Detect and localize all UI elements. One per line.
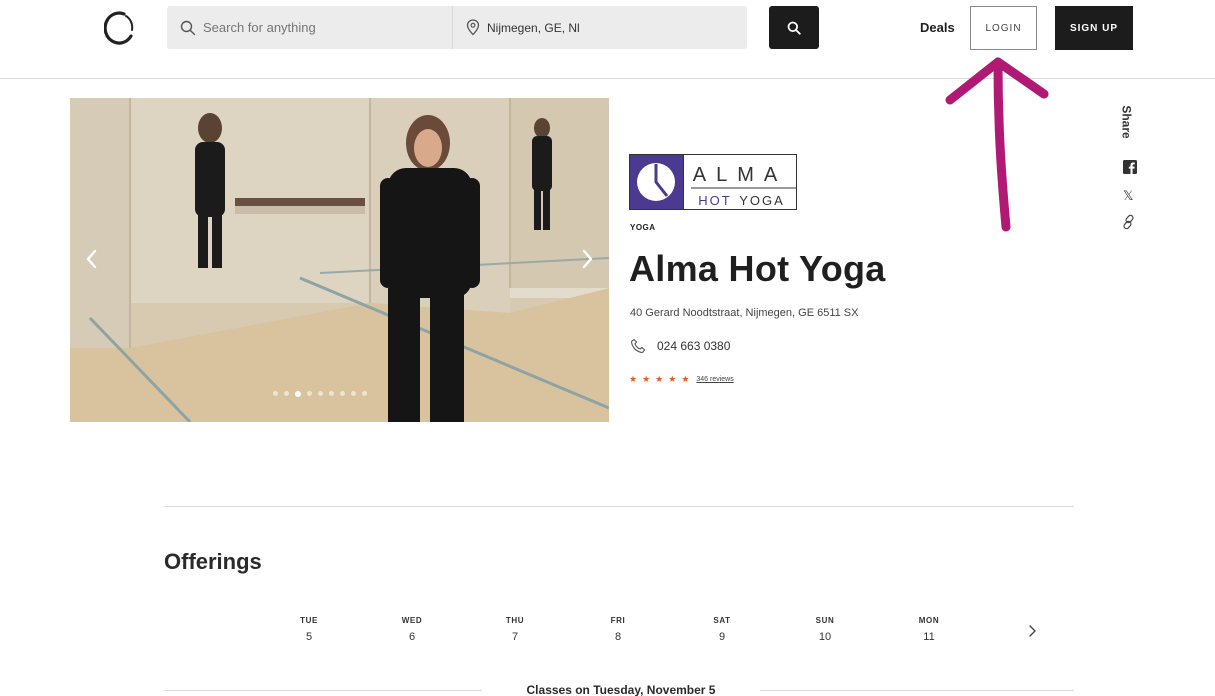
star-icon: ★ bbox=[629, 374, 638, 384]
search-icon bbox=[180, 20, 196, 36]
studio-name: Alma Hot Yoga bbox=[629, 248, 886, 289]
day-of-week: THU bbox=[505, 616, 525, 625]
day-of-week: FRI bbox=[610, 616, 626, 625]
map-pin-icon bbox=[466, 19, 480, 36]
studio-logo: ALMA HOT YOGA bbox=[629, 154, 797, 210]
offerings-title: Offerings bbox=[164, 549, 262, 574]
day-of-week: SUN bbox=[815, 616, 835, 625]
day-picker: TUE 5 WED 6 THU 7 FRI 8 SAT 9 SUN 10 MON… bbox=[257, 616, 977, 652]
carousel-dot[interactable] bbox=[307, 391, 312, 396]
section-divider bbox=[760, 690, 1074, 691]
day-sat[interactable]: SAT 9 bbox=[670, 616, 774, 643]
phone-icon bbox=[630, 338, 646, 354]
day-mon[interactable]: MON 11 bbox=[877, 616, 981, 643]
day-of-month: 9 bbox=[718, 631, 726, 643]
day-tue[interactable]: TUE 5 bbox=[257, 616, 361, 643]
star-icon: ★ bbox=[655, 374, 664, 384]
facebook-icon[interactable] bbox=[1123, 160, 1137, 174]
day-of-month: 6 bbox=[408, 631, 416, 643]
section-divider bbox=[164, 506, 1074, 507]
carousel-dot-active[interactable] bbox=[295, 390, 301, 397]
star-icon: ★ bbox=[642, 374, 651, 384]
section-divider bbox=[164, 690, 482, 691]
carousel-indicators bbox=[273, 390, 367, 401]
day-of-month: 7 bbox=[511, 631, 519, 643]
search-icon bbox=[787, 21, 801, 35]
carousel-dot[interactable] bbox=[351, 391, 356, 396]
star-icon: ★ bbox=[681, 374, 690, 384]
logo-text-hot: HOT bbox=[698, 193, 731, 208]
search-input[interactable] bbox=[203, 6, 443, 49]
studio-address[interactable]: 40 Gerard Noodtstraat, Nijmegen, GE 6511… bbox=[630, 307, 858, 319]
login-button[interactable]: LOGIN bbox=[970, 6, 1037, 50]
search-field[interactable] bbox=[167, 6, 453, 49]
logo-text-yoga: YOGA bbox=[739, 193, 785, 208]
share-label-text: Share bbox=[1119, 105, 1134, 139]
day-of-week: WED bbox=[401, 616, 423, 625]
day-of-month: 5 bbox=[305, 631, 313, 643]
day-of-week: TUE bbox=[300, 616, 318, 625]
reviews-link[interactable]: 346 reviews bbox=[696, 376, 733, 383]
carousel-next-arrow[interactable] bbox=[575, 242, 599, 276]
x-twitter-icon[interactable]: 𝕏 bbox=[1123, 188, 1133, 204]
carousel-dot[interactable] bbox=[273, 391, 278, 396]
day-fri[interactable]: FRI 8 bbox=[566, 616, 670, 643]
carousel-prev-arrow[interactable] bbox=[80, 242, 104, 276]
chevron-right-icon[interactable] bbox=[1027, 623, 1039, 639]
share-label: Share bbox=[1120, 103, 1138, 145]
location-field[interactable] bbox=[454, 6, 747, 49]
star-icon: ★ bbox=[668, 374, 677, 384]
studio-photo-carousel[interactable] bbox=[70, 98, 609, 422]
day-of-month: 10 bbox=[818, 631, 832, 643]
deals-link[interactable]: Deals bbox=[920, 20, 955, 35]
location-input[interactable] bbox=[487, 6, 737, 49]
carousel-dot[interactable] bbox=[318, 391, 323, 396]
category-tag[interactable]: YOGA bbox=[630, 223, 656, 232]
studio-photo bbox=[70, 98, 609, 422]
day-of-month: 8 bbox=[614, 631, 622, 643]
carousel-dot[interactable] bbox=[284, 391, 289, 396]
carousel-dot[interactable] bbox=[340, 391, 345, 396]
phone-number[interactable]: 024 663 0380 bbox=[657, 339, 730, 353]
carousel-dot[interactable] bbox=[362, 391, 367, 396]
classes-date-heading: Classes on Tuesday, November 5 bbox=[526, 683, 716, 696]
copy-link-icon[interactable] bbox=[1122, 214, 1136, 230]
brand-logo[interactable] bbox=[104, 11, 136, 45]
day-thu[interactable]: THU 7 bbox=[463, 616, 567, 643]
logo-text-top: ALMA bbox=[693, 164, 787, 186]
search-bar bbox=[167, 6, 747, 49]
day-sun[interactable]: SUN 10 bbox=[773, 616, 877, 643]
annotation-arrow bbox=[945, 57, 1049, 232]
rating-row: ★ ★ ★ ★ ★ 346 reviews bbox=[629, 373, 734, 385]
day-wed[interactable]: WED 6 bbox=[360, 616, 464, 643]
signup-button[interactable]: SIGN UP bbox=[1055, 6, 1133, 50]
day-of-month: 11 bbox=[923, 631, 935, 643]
day-of-week: MON bbox=[918, 616, 940, 625]
carousel-dot[interactable] bbox=[329, 391, 334, 396]
day-of-week: SAT bbox=[713, 616, 731, 625]
search-button[interactable] bbox=[769, 6, 819, 49]
